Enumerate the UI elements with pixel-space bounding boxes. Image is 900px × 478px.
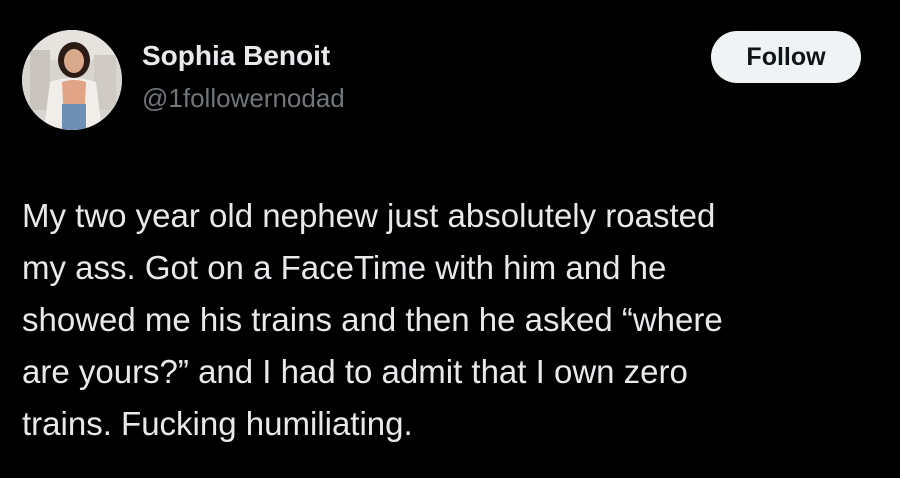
avatar[interactable] bbox=[22, 30, 122, 130]
tweet-text-line: my ass. Got on a FaceTime with him and h… bbox=[22, 249, 667, 286]
tweet-text-line: trains. Fucking humiliating. bbox=[22, 405, 413, 442]
tweet-text-line: My two year old nephew just absolutely r… bbox=[22, 197, 716, 234]
tweet-card: Sophia Benoit @1followernodad Follow My … bbox=[0, 0, 900, 478]
follow-button[interactable]: Follow bbox=[711, 31, 861, 83]
user-handle[interactable]: @1followernodad bbox=[142, 83, 345, 114]
display-name[interactable]: Sophia Benoit bbox=[142, 40, 330, 72]
tweet-text-line: are yours?” and I had to admit that I ow… bbox=[22, 353, 688, 390]
tweet-text-line: showed me his trains and then he asked “… bbox=[22, 301, 723, 338]
tweet-text: My two year old nephew just absolutely r… bbox=[22, 190, 882, 450]
avatar-image bbox=[22, 30, 122, 130]
